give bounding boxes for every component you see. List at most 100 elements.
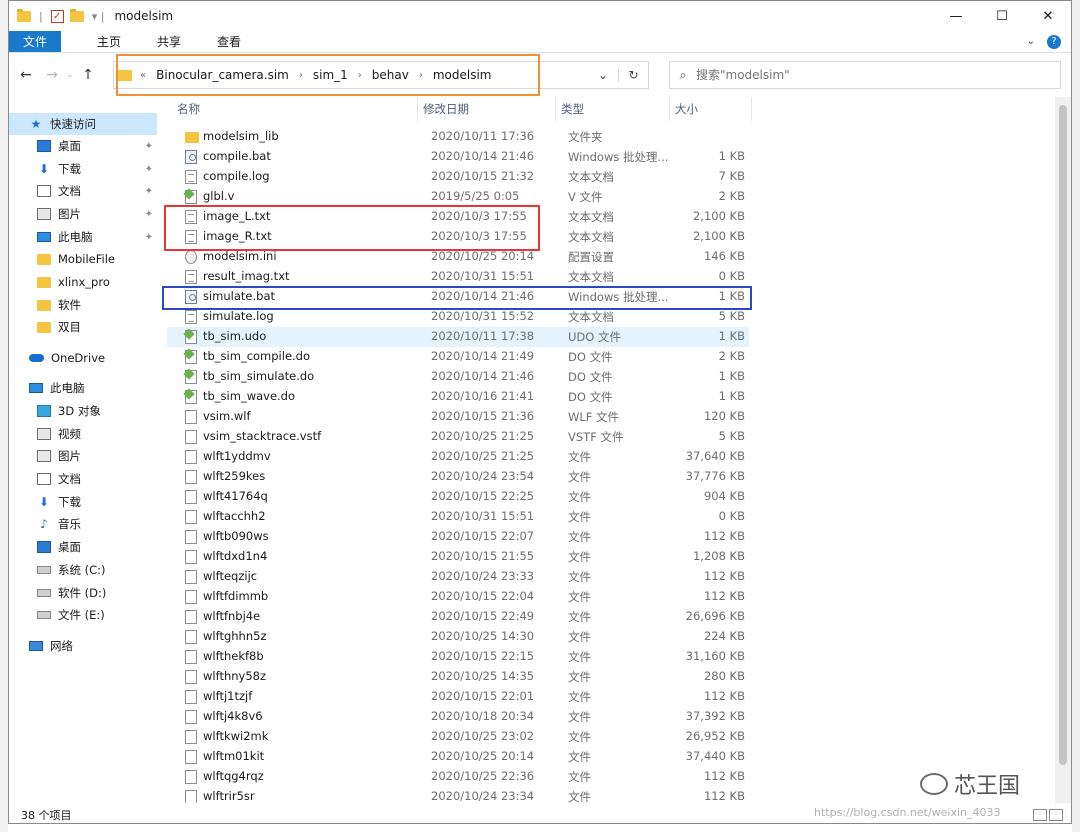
file-row[interactable]: result_imag.txt 2020/10/31 15:51 文本文档 0 KB [167,267,749,287]
sidebar-item-documents[interactable]: 文档 ✦ [9,180,157,202]
sidebar-item-downloads-pc[interactable]: ⬇ 下载 [9,491,157,513]
file-row[interactable]: glbl.v 2019/5/25 0:05 V 文件 2 KB [167,187,749,207]
file-row[interactable]: tb_sim_compile.do 2020/10/14 21:49 DO 文件 2 … [167,347,749,367]
sidebar-item-software[interactable]: 软件 [9,294,157,316]
breadcrumb-overflow[interactable]: « [140,70,146,81]
vertical-scrollbar[interactable] [1055,97,1071,803]
file-row[interactable]: wlftfnbj4e 2020/10/15 22:49 文件 26,696 KB [167,607,749,627]
file-row[interactable]: vsim_stacktrace.vstf 2020/10/25 21:25 VSTF… [167,427,749,447]
file-row[interactable]: wlftb090ws 2020/10/15 22:07 文件 112 KB [167,527,749,547]
sidebar-item-pictures[interactable]: 图片 ✦ [9,203,157,225]
forward-button[interactable]: → [39,67,65,83]
back-button[interactable]: ← [13,67,39,83]
tab-home[interactable]: 主页 [81,31,137,52]
chevron-right-icon[interactable]: › [419,70,423,81]
column-divider[interactable] [555,97,556,121]
file-row[interactable]: wlfteqzijc 2020/10/24 23:33 文件 112 KB [167,567,749,587]
file-row[interactable]: vsim.wlf 2020/10/15 21:36 WLF 文件 120 KB [167,407,749,427]
customize-toolbar-icon[interactable]: ▾ | [92,10,105,23]
recent-locations-button[interactable]: ⌄ [65,70,75,80]
sidebar-item-3d-objects[interactable]: 3D 对象 [9,400,157,422]
breadcrumb-item[interactable]: behav [372,68,409,82]
file-row[interactable]: wlftkwi2mk 2020/10/25 23:02 文件 26,952 KB [167,727,749,747]
sidebar-item-pictures-pc[interactable]: 图片 [9,445,157,467]
file-row[interactable]: wlftj4k8v6 2020/10/18 20:34 文件 37,392 KB [167,707,749,727]
file-date: 2020/10/25 21:25 [431,449,535,463]
file-name: wlftj4k8v6 [203,709,263,723]
file-row[interactable]: wlft259kes 2020/10/24 23:54 文件 37,776 KB [167,467,749,487]
file-row[interactable]: wlftacchh2 2020/10/31 15:51 文件 0 KB [167,507,749,527]
search-input[interactable] [696,68,996,82]
file-row[interactable]: image_L.txt 2020/10/3 17:55 文本文档 2,100 KB [167,207,749,227]
details-view-icon[interactable] [1033,809,1047,821]
file-row[interactable]: wlftdxd1n4 2020/10/15 21:55 文件 1,208 KB [167,547,749,567]
breadcrumb-item[interactable]: sim_1 [313,68,348,82]
scrollbar-thumb[interactable] [1059,105,1067,765]
file-row[interactable]: modelsim_lib 2020/10/11 17:36 文件夹 [167,127,749,147]
expand-ribbon-icon[interactable]: ⌄ [1027,36,1035,47]
breadcrumb-item[interactable]: Binocular_camera.sim [156,68,289,82]
large-icons-view-icon[interactable] [1049,809,1063,821]
refresh-icon[interactable]: ↻ [618,68,648,82]
file-row[interactable]: tb_sim_simulate.do 2020/10/14 21:46 DO 文件 1… [167,367,749,387]
file-row[interactable]: image_R.txt 2020/10/3 17:55 文本文档 2,100 KB [167,227,749,247]
column-divider[interactable] [417,97,418,121]
column-header-name[interactable]: 名称 [177,101,200,117]
sidebar-item-network[interactable]: 网络 [9,635,157,657]
sidebar-item-this-pc[interactable]: 此电脑 [9,377,157,399]
column-header-type[interactable]: 类型 [561,101,584,117]
up-button[interactable]: ↑ [75,67,101,83]
chevron-right-icon[interactable]: › [299,70,303,81]
sidebar-item-xlinx-pro[interactable]: xlinx_pro [9,271,157,293]
minimize-button[interactable]: — [933,1,979,31]
file-row[interactable]: wlftj1tzjf 2020/10/15 22:01 文件 112 KB [167,687,749,707]
file-row[interactable]: modelsim.ini 2020/10/25 20:14 配置设置 146 KB [167,247,749,267]
file-row[interactable]: wlftfdimmb 2020/10/15 22:04 文件 112 KB [167,587,749,607]
file-row[interactable]: simulate.log 2020/10/31 15:52 文本文档 5 KB [167,307,749,327]
sidebar-item-binocular[interactable]: 双目 [9,316,157,338]
tab-file[interactable]: 文件 [9,31,62,52]
sidebar-item-music[interactable]: ♪ 音乐 [9,513,157,535]
sidebar-item-this-pc-pinned[interactable]: 此电脑 ✦ [9,226,157,248]
column-header-date[interactable]: 修改日期 [423,101,469,117]
sidebar-item-documents-pc[interactable]: 文档 [9,468,157,490]
breadcrumb-item[interactable]: modelsim [433,68,492,82]
address-bar[interactable]: « Binocular_camera.sim › sim_1 › behav ›… [113,61,649,89]
column-divider[interactable] [751,97,752,121]
sidebar-item-downloads[interactable]: ⬇ 下载 ✦ [9,158,157,180]
properties-icon[interactable]: ✓ [50,9,64,23]
sidebar-item-videos[interactable]: 视频 [9,423,157,445]
file-row[interactable]: wlftrir5sr 2020/10/24 23:34 文件 112 KB [167,787,749,803]
chevron-right-icon[interactable]: › [358,70,362,81]
sidebar-item-quick-access[interactable]: ★ 快速访问 [9,113,157,135]
address-dropdown-icon[interactable]: ⌄ [588,68,618,82]
file-row[interactable]: wlft1yddmv 2020/10/25 21:25 文件 37,640 KB [167,447,749,467]
close-button[interactable]: ✕ [1025,1,1071,31]
file-row[interactable]: wlft41764q 2020/10/15 22:25 文件 904 KB [167,487,749,507]
sidebar-item-drive-d[interactable]: 软件 (D:) [9,582,157,604]
file-row[interactable]: wlftqg4rqz 2020/10/25 22:36 文件 112 KB [167,767,749,787]
file-row[interactable]: tb_sim.udo 2020/10/11 17:38 UDO 文件 1 KB [167,327,749,347]
sidebar-item-desktop-pc[interactable]: 桌面 [9,536,157,558]
file-row[interactable]: wlftm01kit 2020/10/25 20:14 文件 37,440 KB [167,747,749,767]
new-folder-icon[interactable] [69,8,84,22]
search-box[interactable]: ⌕ [669,61,1061,89]
column-header-size[interactable]: 大小 [675,101,698,117]
column-divider[interactable] [669,97,670,121]
file-row[interactable]: compile.bat 2020/10/14 21:46 Windows 批处理..… [167,147,749,167]
maximize-button[interactable]: ☐ [979,1,1025,31]
sidebar-item-drive-c[interactable]: 系统 (C:) [9,559,157,581]
file-row[interactable]: wlfthekf8b 2020/10/15 22:15 文件 31,160 KB [167,647,749,667]
sidebar-item-onedrive[interactable]: OneDrive [9,347,157,369]
tab-view[interactable]: 查看 [201,31,257,52]
file-row[interactable]: compile.log 2020/10/15 21:32 文本文档 7 KB [167,167,749,187]
file-row[interactable]: tb_sim_wave.do 2020/10/16 21:41 DO 文件 1 KB [167,387,749,407]
sidebar-item-drive-e[interactable]: 文件 (E:) [9,604,157,626]
sidebar-item-mobilefile[interactable]: MobileFile [9,248,157,270]
file-row[interactable]: simulate.bat 2020/10/14 21:46 Windows 批处理.… [167,287,749,307]
file-row[interactable]: wlfthny58z 2020/10/25 14:35 文件 280 KB [167,667,749,687]
file-row[interactable]: wlftghhn5z 2020/10/25 14:30 文件 224 KB [167,627,749,647]
sidebar-item-desktop[interactable]: 桌面 ✦ [9,135,157,157]
help-icon[interactable]: ? [1047,34,1061,49]
tab-share[interactable]: 共享 [141,31,197,52]
